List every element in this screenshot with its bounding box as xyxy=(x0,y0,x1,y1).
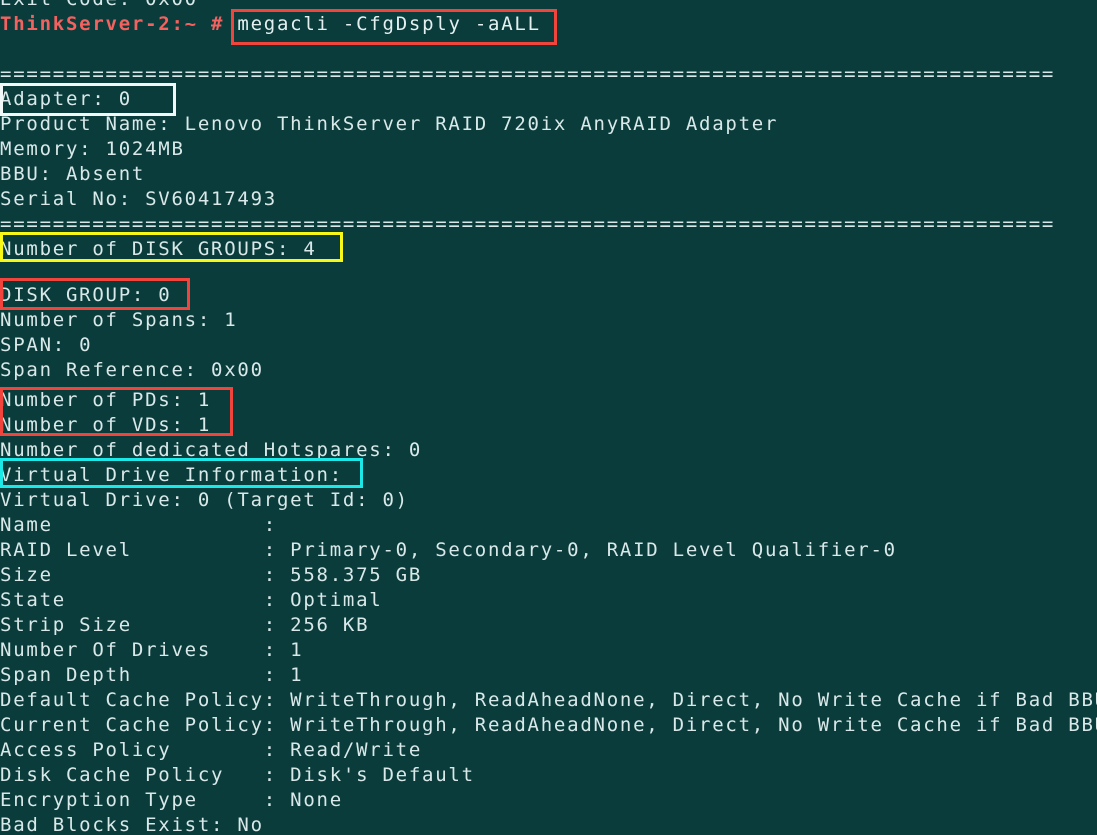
terminal-line-default-cache-policy: Default Cache Policy: WriteThrough, Read… xyxy=(0,689,1097,711)
terminal-line-disk-cache-policy: Disk Cache Policy : Disk's Default xyxy=(0,764,475,786)
terminal-line-virtual-drive: Virtual Drive: 0 (Target Id: 0) xyxy=(0,489,409,511)
terminal-line-number-of-spans: Number of Spans: 1 xyxy=(0,309,238,331)
terminal-line-raid-level: RAID Level : Primary-0, Secondary-0, RAI… xyxy=(0,539,897,561)
terminal-line-size: Size : 558.375 GB xyxy=(0,564,423,586)
terminal-line-access-policy: Access Policy : Read/Write xyxy=(0,739,423,761)
terminal-line-memory: Memory: 1024MB xyxy=(0,138,185,160)
terminal-line-serial-no: Serial No: SV60417493 xyxy=(0,188,277,210)
prompt-hostname: ThinkServer-2:~ # xyxy=(0,13,225,35)
terminal-line-disk-group: DISK GROUP: 0 xyxy=(0,284,172,306)
terminal-line-span-depth: Span Depth : 1 xyxy=(0,664,304,686)
terminal-line-name: Name : xyxy=(0,514,277,536)
terminal-line-bad-blocks-exist: Bad Blocks Exist: No xyxy=(0,814,264,835)
terminal-line-exit-code: Exit Code: 0x00 xyxy=(0,0,198,12)
terminal-line-number-of-hotspares: Number of dedicated Hotspares: 0 xyxy=(0,439,423,461)
prompt-command[interactable] xyxy=(224,13,237,35)
terminal-line-number-of-pds: Number of PDs: 1 xyxy=(0,389,212,411)
terminal-line-adapter: Adapter: 0 xyxy=(0,88,132,110)
terminal-line-separator-2: ========================================… xyxy=(0,213,1056,235)
command-text[interactable]: megacli -CfgDsply -aALL xyxy=(237,13,540,35)
terminal-line-product-name: Product Name: Lenovo ThinkServer RAID 72… xyxy=(0,113,779,135)
terminal-line-bbu: BBU: Absent xyxy=(0,163,146,185)
terminal-line-encryption-type: Encryption Type : None xyxy=(0,789,343,811)
terminal-line-state: State : Optimal xyxy=(0,589,383,611)
terminal-window[interactable]: Exit Code: 0x00 ThinkServer-2:~ # megacl… xyxy=(0,0,1097,835)
terminal-line-current-cache-policy: Current Cache Policy: WriteThrough, Read… xyxy=(0,714,1097,736)
terminal-line-number-of-vds: Number of VDs: 1 xyxy=(0,414,212,436)
terminal-line-strip-size: Strip Size : 256 KB xyxy=(0,614,370,636)
shell-prompt-line: ThinkServer-2:~ # megacli -CfgDsply -aAL… xyxy=(0,12,541,37)
terminal-line-number-of-disk-groups: Number of DISK GROUPS: 4 xyxy=(0,238,317,260)
terminal-line-span-reference: Span Reference: 0x00 xyxy=(0,359,264,381)
terminal-line-span: SPAN: 0 xyxy=(0,334,93,356)
terminal-line-number-of-drives: Number Of Drives : 1 xyxy=(0,639,304,661)
terminal-line-vd-info-header: Virtual Drive Information: xyxy=(0,464,343,486)
terminal-line-separator-1: ========================================… xyxy=(0,63,1056,85)
